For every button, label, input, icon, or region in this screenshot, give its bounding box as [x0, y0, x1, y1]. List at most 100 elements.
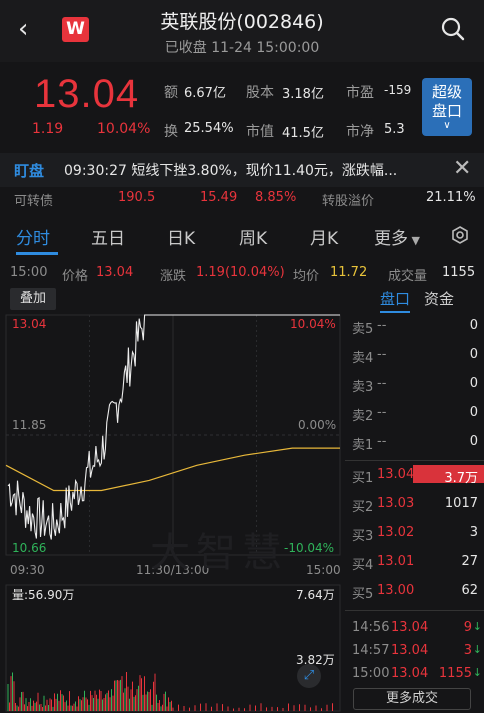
divider: [345, 460, 484, 461]
bond-pct: 8.85%: [255, 190, 297, 205]
pb-value: 5.3: [384, 122, 405, 137]
turnover-value: 25.54%: [184, 121, 234, 136]
divider: [345, 610, 484, 611]
bid-row: 买4 13.01 27: [345, 554, 484, 583]
turnover-label: 换: [164, 124, 178, 140]
ask-label: 卖2: [352, 409, 374, 424]
intraday-chart[interactable]: [0, 285, 345, 713]
ask-price: --: [377, 376, 387, 391]
amount-value: 6.67亿: [184, 86, 226, 101]
close-icon[interactable]: ✕: [453, 156, 471, 181]
amount-label: 额: [164, 85, 178, 101]
bid-price: 13.02: [377, 525, 415, 540]
info-price-label: 价格: [62, 269, 89, 284]
info-volume: 1155: [442, 265, 476, 280]
expand-icon[interactable]: ⤢: [297, 664, 321, 688]
tab-five-day[interactable]: 五日: [91, 224, 125, 249]
y-mid-label: 11.85: [12, 418, 47, 432]
trade-volume: 1155: [438, 666, 472, 681]
y-low-label: 10.66: [12, 541, 47, 555]
caret-down-icon: ▼: [408, 234, 420, 247]
tab-funds[interactable]: 资金: [424, 288, 454, 309]
stock-title: 英联股份(002846): [160, 11, 324, 33]
search-icon[interactable]: [440, 16, 466, 46]
x-start-label: 09:30: [10, 563, 45, 577]
price-line: [7, 314, 340, 540]
bid-label: 买2: [352, 500, 374, 515]
volume-bars: [7, 672, 333, 711]
monitor-message[interactable]: 09:30:27 短线下挫3.80%，现价11.40元，涨跌幅...: [64, 160, 434, 180]
bid-row: 买2 13.03 1017: [345, 496, 484, 525]
trade-volume: 9: [463, 620, 472, 635]
active-tab-indicator: [16, 252, 58, 255]
bid-row: 买5 13.00 62: [345, 583, 484, 612]
arrow-down-icon: ↓: [472, 620, 482, 633]
pb-label: 市净: [346, 124, 374, 140]
tab-daily-k[interactable]: 日K: [167, 224, 195, 249]
price-line-path: [7, 314, 340, 540]
trade-volume: 3: [463, 643, 472, 658]
ask-price: --: [377, 434, 387, 449]
bid-price: 13.01: [377, 554, 415, 569]
bid-price: 13.00: [377, 583, 415, 598]
ask-label: 卖3: [352, 380, 374, 395]
bid-volume: 3: [469, 525, 478, 540]
info-avg: 11.72: [330, 265, 368, 280]
bid-label: 买1: [352, 471, 374, 486]
trade-price: 13.04: [391, 620, 429, 635]
trade-price: 13.04: [391, 666, 429, 681]
monitor-tag[interactable]: 盯盘: [14, 160, 44, 181]
ask-price: --: [377, 405, 387, 420]
ask-label: 卖4: [352, 351, 374, 366]
trade-time: 14:56: [352, 620, 390, 635]
mktcap-label: 市值: [246, 124, 274, 140]
bid-volume: 3.7万: [444, 471, 478, 486]
overlay-button[interactable]: 叠加: [10, 288, 56, 310]
tab-weekly-k[interactable]: 周K: [239, 224, 267, 249]
tab-monthly-k[interactable]: 月K: [310, 224, 338, 249]
market-status: 已收盘 11-24 15:00:00: [164, 40, 320, 56]
shares-value: 3.18亿: [282, 87, 324, 102]
ask-row: 卖2 -- 0: [345, 405, 484, 434]
ask-row: 卖3 -- 0: [345, 376, 484, 405]
bid-price: 13.04: [377, 467, 415, 482]
volume-frame: [5, 584, 341, 712]
ask-volume: 0: [469, 434, 478, 449]
bond-price: 190.5: [118, 190, 156, 205]
info-volume-label: 成交量: [388, 269, 428, 284]
info-change-label: 涨跌: [160, 269, 187, 284]
last-price: 13.04: [34, 72, 140, 116]
premium-label: 转股溢价: [322, 194, 375, 209]
y-high-label: 13.04: [12, 317, 47, 331]
pct-mid-label: 0.00%: [298, 418, 337, 432]
tab-intraday[interactable]: 分时: [16, 224, 50, 249]
ask-label: 卖5: [352, 322, 374, 337]
tab-orderbook[interactable]: 盘口: [380, 288, 410, 309]
tab-more[interactable]: 更多 ▼: [374, 224, 420, 249]
info-price: 13.04: [96, 265, 134, 280]
info-change: 1.19(10.04%): [196, 265, 285, 280]
chevron-down-icon: ∨: [443, 120, 451, 131]
settings-icon[interactable]: [450, 225, 470, 249]
bid-row: 买3 13.02 3: [345, 525, 484, 554]
ask-row: 卖1 -- 0: [345, 434, 484, 463]
pe-value: -159: [384, 83, 412, 97]
super-orderbook-button[interactable]: 超级 盘口 ∨: [422, 78, 472, 136]
ask-volume: 0: [469, 347, 478, 362]
ask-volume: 0: [469, 376, 478, 391]
cursor-time: 15:00: [10, 265, 48, 280]
bid-label: 买4: [352, 558, 374, 573]
info-avg-label: 均价: [293, 269, 320, 284]
shares-label: 股本: [246, 85, 274, 101]
volume-total: 量:56.90万: [12, 588, 75, 602]
orderbook-tab-indicator: [380, 311, 410, 313]
more-trades-button[interactable]: 更多成交: [353, 688, 471, 710]
bond-label: 可转债: [14, 194, 54, 209]
bid-label: 买3: [352, 529, 374, 544]
x-end-label: 15:00: [306, 563, 341, 577]
ask-volume: 0: [469, 318, 478, 333]
ask-row: 卖5 -- 0: [345, 318, 484, 347]
premium-value: 21.11%: [426, 190, 476, 205]
bid-label: 买5: [352, 587, 374, 602]
bid-volume: 1017: [444, 496, 478, 511]
